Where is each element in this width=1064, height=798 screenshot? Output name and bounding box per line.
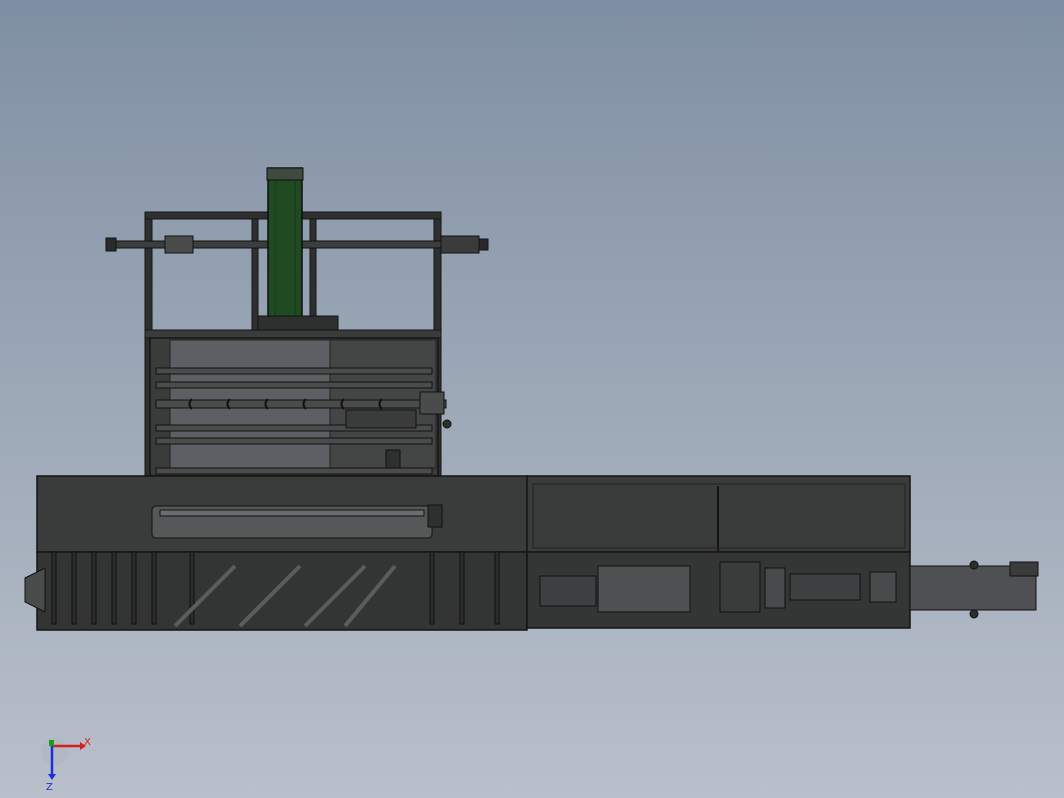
z-axis-label: Z — [46, 782, 53, 793]
side-hopper[interactable] — [24, 567, 46, 613]
x-axis-label: X — [84, 737, 91, 748]
lower-left-housing[interactable] — [36, 475, 528, 631]
orientation-triad: X Z — [41, 737, 91, 793]
drum-roller[interactable] — [151, 504, 443, 539]
vertical-belt-conveyor[interactable] — [257, 167, 339, 331]
output-conveyor[interactable] — [909, 560, 1039, 619]
cad-graphics-viewport[interactable]: X Z — [0, 0, 1064, 798]
y-axis-arrow — [49, 740, 54, 746]
machine-assembly-drawing[interactable]: X Z — [0, 0, 1064, 798]
